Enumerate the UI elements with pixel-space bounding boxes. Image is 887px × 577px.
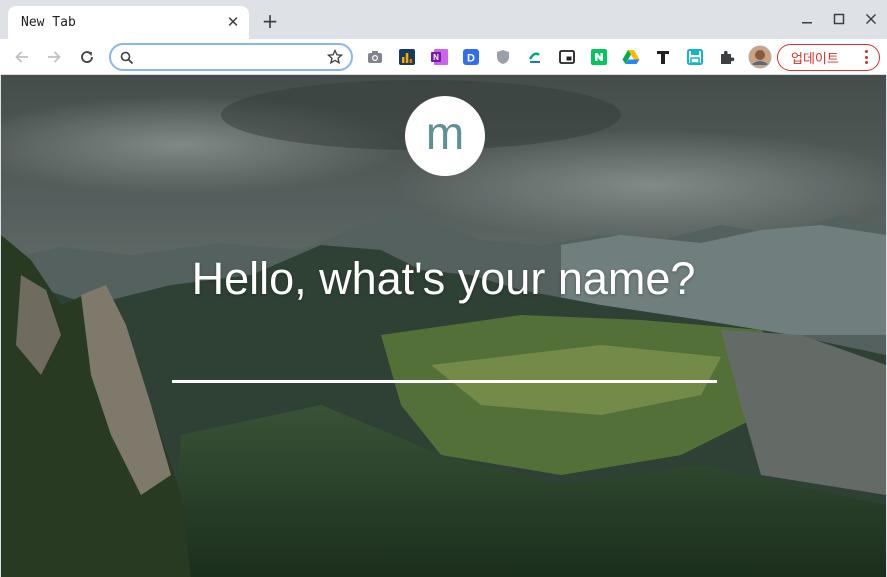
camera-icon[interactable] [366,48,384,66]
close-icon[interactable] [861,9,881,29]
maximize-icon[interactable] [829,9,849,29]
onenote-icon[interactable]: N [430,48,448,66]
profile-avatar[interactable] [748,45,772,69]
green-e-icon[interactable] [526,48,544,66]
update-label: 업데이트 [791,52,839,67]
browser-toolbar: N D 업데이트 [0,39,887,75]
address-input[interactable] [141,48,321,66]
google-drive-icon[interactable] [622,48,640,66]
logo-letter: m [425,107,465,159]
more-vert-icon [865,50,869,67]
back-icon[interactable] [12,47,32,67]
new-tab-page: m Hello, what's your name? [1,75,886,577]
tab-strip: New Tab ✕ + [0,0,887,39]
text-t-icon[interactable] [654,48,672,66]
naver-icon[interactable] [590,48,608,66]
forward-icon[interactable] [44,47,64,67]
shield-icon[interactable] [494,48,512,66]
momentum-logo: m [405,96,485,176]
d-icon[interactable]: D [462,48,480,66]
name-input[interactable] [172,335,717,383]
reload-icon[interactable] [77,47,97,67]
close-icon[interactable]: ✕ [225,13,241,31]
minimize-icon[interactable] [797,9,817,29]
bar-chart-icon[interactable] [398,48,416,66]
puzzle-icon[interactable] [718,48,736,66]
svg-text:N: N [433,53,439,62]
update-button[interactable]: 업데이트 [777,44,880,71]
pip-icon[interactable] [558,48,576,66]
save-icon[interactable] [686,48,704,66]
plus-icon[interactable]: + [260,11,280,31]
svg-text:D: D [467,53,475,65]
greeting-heading: Hello, what's your name? [191,253,696,304]
search-icon [120,50,134,69]
tab-new-tab[interactable]: New Tab ✕ [8,6,249,39]
omnibox[interactable] [109,43,353,71]
star-icon[interactable] [326,48,344,69]
tab-title: New Tab [21,15,76,30]
